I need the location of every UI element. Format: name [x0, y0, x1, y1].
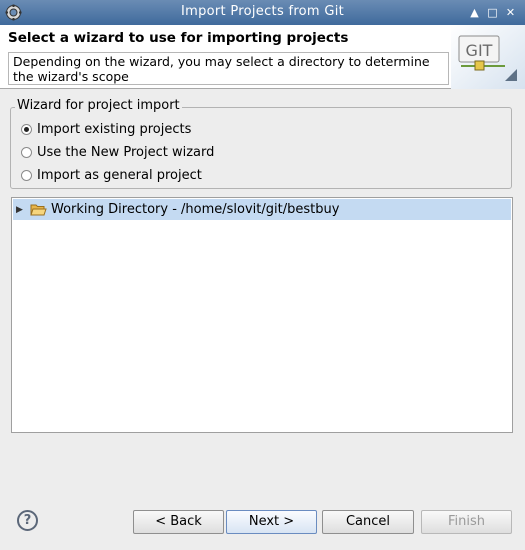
back-button[interactable]: < Back: [133, 510, 224, 534]
group-label: Wizard for project import: [15, 98, 182, 113]
repository-tree[interactable]: ▶ Working Directory - /home/slovit/git/b…: [11, 197, 513, 433]
cancel-button[interactable]: Cancel: [322, 510, 414, 534]
tree-item-working-directory[interactable]: ▶ Working Directory - /home/slovit/git/b…: [13, 199, 511, 220]
radio-label: Import as general project: [37, 167, 202, 183]
radio-new-project-wizard[interactable]: Use the New Project wizard: [21, 143, 214, 161]
radio-import-existing-projects[interactable]: Import existing projects: [21, 120, 191, 138]
help-icon[interactable]: ?: [17, 510, 38, 531]
radio-label: Use the New Project wizard: [37, 144, 215, 160]
tree-item-label: Working Directory - /home/slovit/git/bes…: [51, 202, 340, 217]
finish-button[interactable]: Finish: [421, 510, 512, 534]
close-icon[interactable]: ✕: [503, 5, 518, 20]
window-title-bar[interactable]: Import Projects from Git ▲ □ ✕: [0, 0, 525, 25]
wizard-page-description: Depending on the wizard, you may select …: [8, 52, 449, 85]
next-button[interactable]: Next >: [226, 510, 317, 534]
wizard-selection-group: Wizard for project import Import existin…: [10, 98, 512, 189]
maximize-icon[interactable]: □: [485, 5, 500, 20]
expand-arrow-icon[interactable]: ▶: [16, 205, 30, 215]
wizard-page-title: Select a wizard to use for importing pro…: [8, 30, 349, 46]
radio-unselected-icon[interactable]: [21, 146, 32, 158]
radio-label: Import existing projects: [37, 121, 192, 137]
folder-open-icon: [30, 204, 47, 216]
radio-selected-icon[interactable]: [21, 123, 32, 135]
git-banner-icon: GIT: [451, 25, 525, 89]
radio-unselected-icon[interactable]: [21, 169, 32, 181]
radio-import-general-project[interactable]: Import as general project: [21, 166, 202, 184]
window-title: Import Projects from Git: [180, 4, 345, 19]
wizard-header: Select a wizard to use for importing pro…: [0, 25, 525, 89]
git-logo-text: GIT: [466, 41, 493, 60]
window-menu-icon[interactable]: ▲: [467, 5, 482, 20]
